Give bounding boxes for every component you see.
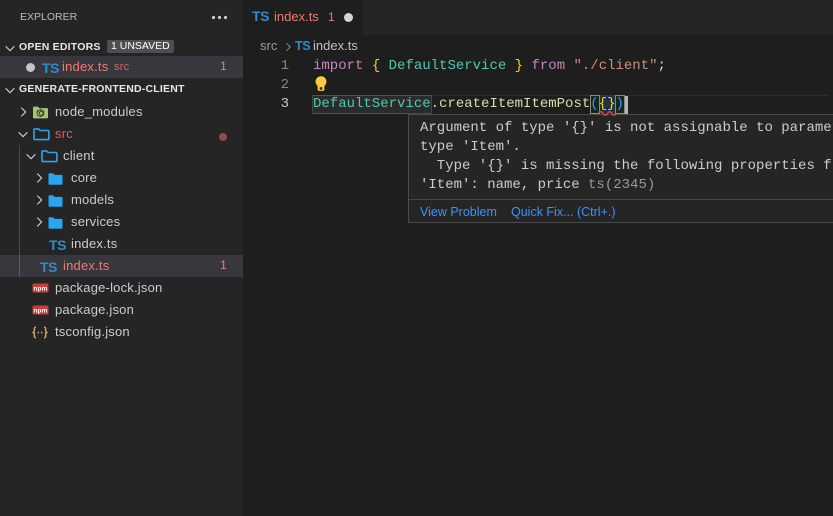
svg-text:npm: npm [33,285,47,292]
svg-text:npm: npm [33,307,47,314]
